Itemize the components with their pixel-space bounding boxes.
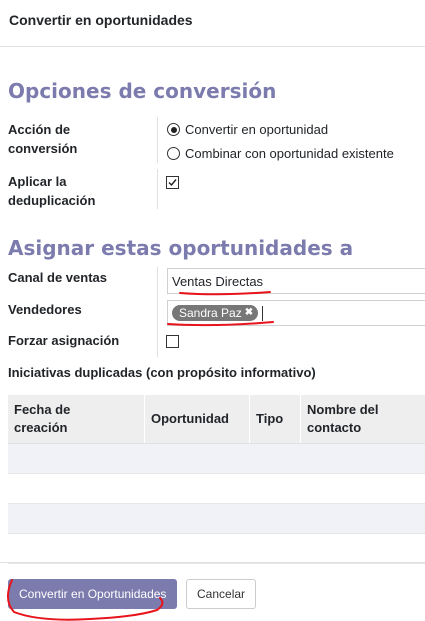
divider: [157, 117, 158, 163]
dedup-checkbox[interactable]: [166, 176, 179, 189]
table-row: [8, 504, 425, 534]
column-opportunity[interactable]: Oportunidad: [145, 395, 250, 443]
sales-channel-label: Canal de ventas: [8, 270, 107, 285]
convert-button[interactable]: Convertir en Oportunidades: [8, 579, 178, 609]
conversion-heading: Opciones de conversión: [8, 79, 277, 103]
dedup-label: Aplicar la deduplicación: [8, 174, 96, 208]
table-row: [8, 444, 425, 474]
salesperson-tag: Sandra Paz ✖: [172, 305, 259, 321]
footer-divider: [0, 562, 425, 563]
table-header: Fecha de creación Oportunidad Tipo Nombre…: [8, 395, 425, 444]
sales-channel-value: Ventas Directas: [172, 274, 264, 289]
force-assignment-label: Forzar asignación: [8, 333, 120, 348]
dialog-title: Convertir en oportunidades: [9, 12, 193, 28]
dialog-header: Convertir en oportunidades: [0, 0, 425, 47]
duplicates-heading: Iniciativas duplicadas (con propósito in…: [8, 365, 316, 380]
salespeople-field[interactable]: Sandra Paz ✖: [167, 300, 425, 326]
sales-channel-field[interactable]: Ventas Directas: [167, 268, 425, 294]
remove-tag-icon[interactable]: ✖: [245, 305, 253, 321]
divider: [157, 169, 158, 209]
radio-merge-opportunity[interactable]: Combinar con oportunidad existente: [167, 146, 394, 161]
column-type[interactable]: Tipo: [250, 395, 301, 443]
check-icon: [168, 179, 177, 187]
divider: [157, 267, 158, 357]
column-created-date[interactable]: Fecha de creación: [8, 395, 145, 443]
column-contact-name[interactable]: Nombre del contacto: [301, 395, 425, 443]
cancel-button[interactable]: Cancelar: [186, 579, 257, 609]
radio-convert-opportunity[interactable]: Convertir en oportunidad: [167, 122, 328, 137]
duplicates-table: Fecha de creación Oportunidad Tipo Nombre…: [8, 395, 425, 564]
table-row: [8, 474, 425, 504]
radio-selected-icon: [167, 123, 180, 136]
conversion-action-label: Acción de conversión: [8, 122, 78, 156]
salespeople-label: Vendedores: [8, 302, 82, 317]
assign-heading: Asignar estas oportunidades a: [8, 236, 354, 260]
text-cursor: [262, 306, 263, 321]
force-assignment-checkbox[interactable]: [166, 335, 179, 348]
table-row: [8, 534, 425, 564]
radio-unselected-icon: [167, 147, 180, 160]
